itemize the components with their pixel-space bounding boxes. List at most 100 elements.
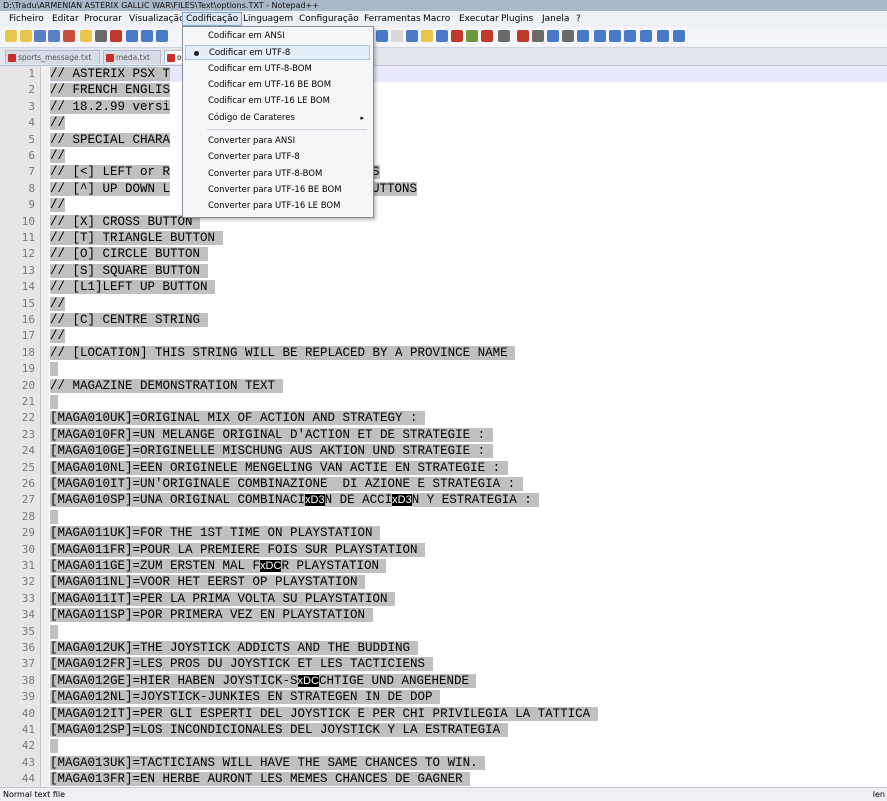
menu-ficheiro[interactable]: Ficheiro bbox=[6, 13, 47, 25]
code-line[interactable] bbox=[50, 361, 58, 377]
menu-configura-o[interactable]: Configuração bbox=[296, 13, 362, 25]
code-line[interactable] bbox=[50, 738, 58, 754]
code-line[interactable]: [MAGA011SP]=POR PRIMERA VEZ EN PLAYSTATI… bbox=[50, 607, 373, 623]
menu-codifica-o[interactable]: Codificação bbox=[182, 12, 243, 26]
prev-icon[interactable] bbox=[624, 30, 636, 42]
code-line[interactable] bbox=[50, 509, 58, 525]
spell-check-icon[interactable] bbox=[562, 30, 574, 42]
play-macro-icon[interactable] bbox=[517, 30, 529, 42]
record-macro-icon[interactable] bbox=[481, 30, 493, 42]
code-line[interactable]: [MAGA012FR]=LES PROS DU JOYSTICK ET LES … bbox=[50, 656, 433, 672]
monitoring-icon[interactable] bbox=[451, 30, 463, 42]
code-line[interactable]: // MAGAZINE DEMONSTRATION TEXT bbox=[50, 378, 283, 394]
menu-macro[interactable]: Macro bbox=[420, 13, 453, 25]
encoding-menu-item[interactable]: Codificar em UTF-16 BE BOM bbox=[185, 78, 370, 93]
code-line[interactable]: // [^] UP DOWN L bbox=[50, 181, 171, 197]
copy-icon[interactable] bbox=[126, 30, 138, 42]
code-line[interactable]: [MAGA010SP]=UNA ORIGINAL COMBINACIxD3N D… bbox=[50, 492, 540, 508]
close-icon[interactable] bbox=[63, 30, 75, 42]
code-line[interactable]: // FRENCH ENGLIS bbox=[50, 82, 171, 98]
code-line[interactable]: // [X] CROSS BUTTON bbox=[50, 214, 201, 230]
code-line[interactable]: // bbox=[50, 328, 66, 344]
menu-visualiza-o[interactable]: Visualização bbox=[126, 13, 188, 25]
close-all-icon[interactable] bbox=[80, 30, 92, 42]
code-line[interactable]: [MAGA012SP]=LOS INCONDICIONALES DEL JOYS… bbox=[50, 722, 508, 738]
triangle-down-icon[interactable] bbox=[657, 30, 669, 42]
encoding-menu-item[interactable]: Codificar em UTF-8-BOM bbox=[185, 62, 370, 77]
encoding-menu-item[interactable]: Converter para UTF-8-BOM bbox=[185, 167, 370, 182]
paste-icon[interactable] bbox=[141, 30, 153, 42]
encoding-menu-item[interactable]: Converter para ANSI bbox=[185, 134, 370, 149]
menu-[interactable]: ? bbox=[573, 13, 584, 25]
menu-executar[interactable]: Executar bbox=[456, 13, 502, 25]
code-line[interactable]: // [C] CENTRE STRING bbox=[50, 312, 208, 328]
code-line[interactable]: // 18.2.99 versi bbox=[50, 99, 171, 115]
code-line[interactable]: // [<] LEFT or R bbox=[50, 164, 171, 180]
menu-ferramentas[interactable]: Ferramentas bbox=[361, 13, 424, 25]
code-line[interactable]: // [S] SQUARE BUTTON bbox=[50, 263, 208, 279]
code-line[interactable]: [MAGA010FR]=UN MELANGE ORIGINAL D'ACTION… bbox=[50, 427, 493, 443]
code-line[interactable]: [MAGA012NL]=JOYSTICK-JUNKIES EN STRATEGE… bbox=[50, 689, 441, 705]
code-line[interactable]: // [L1]LEFT UP BUTTON bbox=[50, 279, 216, 295]
document-tab[interactable]: meda.txt bbox=[103, 50, 161, 64]
encoding-menu-item[interactable]: Codificar em UTF-16 LE BOM bbox=[185, 94, 370, 109]
doc-switch-icon[interactable] bbox=[466, 30, 478, 42]
new-file-icon[interactable] bbox=[5, 30, 17, 42]
folder-workspace-icon[interactable] bbox=[436, 30, 448, 42]
encoding-menu-item[interactable]: Código de Carateres ▸ bbox=[185, 111, 370, 126]
indent-guide-icon[interactable] bbox=[391, 30, 403, 42]
open-file-icon[interactable] bbox=[20, 30, 32, 42]
wrap-icon[interactable] bbox=[376, 30, 388, 42]
document-tab[interactable]: o bbox=[164, 50, 184, 64]
menu-editar[interactable]: Editar bbox=[49, 13, 82, 25]
code-line[interactable] bbox=[50, 394, 58, 410]
code-line[interactable]: // [T] TRIANGLE BUTTON bbox=[50, 230, 223, 246]
code-line[interactable]: [MAGA013FR]=EN HERBE AURONT LES MEMES CH… bbox=[50, 771, 471, 787]
code-line[interactable]: [MAGA010GE]=ORIGINELLE MISCHUNG AUS AKTI… bbox=[50, 443, 493, 459]
code-line[interactable]: [MAGA010NL]=EEN ORIGINELE MENGELING VAN … bbox=[50, 460, 508, 476]
code-line[interactable]: [MAGA011NL]=VOOR HET EERST OP PLAYSTATIO… bbox=[50, 574, 366, 590]
encoding-menu-item[interactable]: Converter para UTF-16 BE BOM bbox=[185, 183, 370, 198]
code-line[interactable]: [MAGA012GE]=HIER HABEN JOYSTICK-SxDCCHTI… bbox=[50, 673, 477, 689]
run-macro-multiple-icon[interactable] bbox=[532, 30, 544, 42]
code-line[interactable]: [MAGA011UK]=FOR THE 1ST TIME ON PLAYSTAT… bbox=[50, 525, 381, 541]
code-line[interactable]: [MAGA012UK]=THE JOYSTICK ADDICTS AND THE… bbox=[50, 640, 418, 656]
menu-plugins[interactable]: Plugins bbox=[498, 13, 536, 25]
code-line[interactable]: // bbox=[50, 197, 66, 213]
document-tab[interactable]: sports_message.txt bbox=[5, 50, 100, 64]
code-line[interactable]: [MAGA010UK]=ORIGINAL MIX OF ACTION AND S… bbox=[50, 410, 426, 426]
stop-macro-icon[interactable] bbox=[498, 30, 510, 42]
list-icon[interactable] bbox=[594, 30, 606, 42]
encoding-menu-item[interactable]: Converter para UTF-8 bbox=[185, 150, 370, 165]
next-icon[interactable] bbox=[609, 30, 621, 42]
encoding-menu-item[interactable]: Codificar em UTF-8 bbox=[185, 45, 370, 60]
encoding-menu-item[interactable]: Converter para UTF-16 LE BOM bbox=[185, 199, 370, 214]
menu-janela[interactable]: Janela bbox=[539, 13, 572, 25]
bookmark-icon[interactable] bbox=[577, 30, 589, 42]
code-line[interactable]: // bbox=[50, 115, 66, 131]
text-editor[interactable]: 1 2 3 4 5 6 7 8 9 10 11 12 13 14 15 16 17 18 19 20 21 22 23 24 2… bbox=[0, 66, 887, 787]
code-line[interactable]: [MAGA011FR]=POUR LA PREMIERE FOIS SUR PL… bbox=[50, 542, 426, 558]
menu-linguagem[interactable]: Linguagem bbox=[240, 13, 296, 25]
code-line[interactable]: // ASTERIX PSX T bbox=[50, 66, 171, 82]
doc-map-icon[interactable] bbox=[406, 30, 418, 42]
code-line[interactable]: // [O] CIRCLE BUTTON bbox=[50, 246, 208, 262]
menu-procurar[interactable]: Procurar bbox=[81, 13, 125, 25]
code-line[interactable] bbox=[50, 624, 58, 640]
code-line[interactable]: // SPECIAL CHARA bbox=[50, 132, 171, 148]
code-line[interactable]: [MAGA010IT]=UN'ORIGINALE COMBINAZIONE DI… bbox=[50, 476, 523, 492]
function-list-icon[interactable] bbox=[421, 30, 433, 42]
code-line[interactable]: [MAGA011IT]=PER LA PRIMA VOLTA SU PLAYST… bbox=[50, 591, 396, 607]
undo-icon[interactable] bbox=[156, 30, 168, 42]
code-line[interactable]: [MAGA012IT]=PER GLI ESPERTI DEL JOYSTICK… bbox=[50, 706, 598, 722]
code-line[interactable]: // bbox=[50, 296, 66, 312]
code-line[interactable]: [MAGA013UK]=TACTICIANS WILL HAVE THE SAM… bbox=[50, 755, 486, 771]
encoding-menu-item[interactable]: Codificar em ANSI bbox=[185, 29, 370, 44]
panel-icon[interactable] bbox=[673, 30, 685, 42]
print-icon[interactable] bbox=[95, 30, 107, 42]
save-all-icon[interactable] bbox=[48, 30, 60, 42]
code-line[interactable]: // [LOCATION] THIS STRING WILL BE REPLAC… bbox=[50, 345, 516, 361]
save-macro-icon[interactable] bbox=[547, 30, 559, 42]
code-line[interactable]: [MAGA011GE]=ZUM ERSTEN MAL FxDCR PLAYSTA… bbox=[50, 558, 387, 574]
save-icon[interactable] bbox=[34, 30, 46, 42]
